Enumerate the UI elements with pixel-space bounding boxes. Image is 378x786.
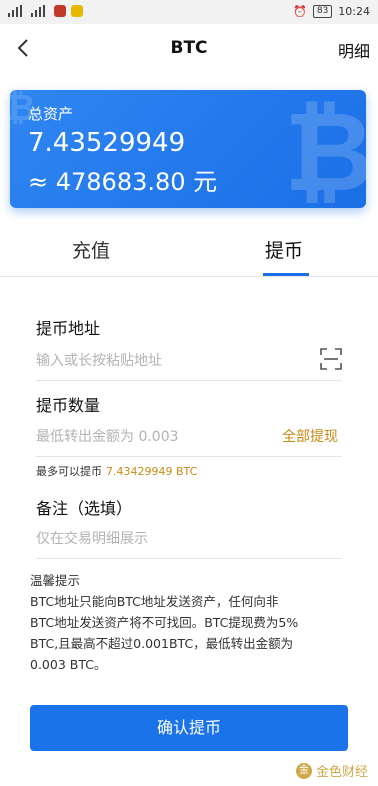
- svg-text:₿: ₿: [284, 90, 366, 208]
- max-withdraw-label: 最多可以提币: [36, 465, 102, 478]
- status-left: [8, 5, 83, 17]
- tips-line: 0.003 BTC。: [30, 657, 107, 672]
- tips-line: BTC地址只能向BTC地址发送资产，任何向非: [30, 594, 279, 609]
- notification-app-icon: [71, 5, 83, 17]
- max-withdraw-value: 7.43429949 BTC: [106, 465, 198, 478]
- battery-icon: 83: [312, 5, 333, 18]
- memo-input[interactable]: 仅在交易明细展示: [36, 528, 148, 548]
- tips-line: BTC地址发送资产将不可找回。BTC提现费为5%: [30, 615, 299, 630]
- page-title: BTC: [170, 38, 208, 58]
- amount-input[interactable]: 最低转出金额为 0.003: [36, 426, 179, 446]
- brand-logo-icon: 金: [295, 762, 312, 779]
- tab-bar: 充值 提币: [0, 222, 378, 277]
- navigation-bar: BTC 明细: [0, 24, 378, 72]
- status-right: ⏰ 83 10:24: [293, 5, 370, 18]
- address-field[interactable]: 输入或长按粘贴地址: [36, 340, 342, 381]
- scan-qr-icon[interactable]: [320, 348, 342, 370]
- tab-recharge[interactable]: 充值: [72, 236, 110, 263]
- notification-app-icon: [54, 5, 66, 17]
- total-assets-cny: ≈ 478683.80 元: [28, 168, 218, 196]
- brand-watermark: 金 金色财经: [295, 761, 368, 780]
- memo-label: 备注（选填）: [36, 499, 133, 518]
- detail-button[interactable]: 明细: [338, 38, 370, 62]
- brand-name: 金色财经: [315, 765, 368, 780]
- amount-label: 提币数量: [36, 396, 101, 415]
- tips-block: 温馨提示 BTC地址只能向BTC地址发送资产，任何向非 BTC地址发送资产将不可…: [30, 570, 348, 675]
- status-bar: ⏰ 83 10:24: [0, 0, 378, 24]
- tab-withdraw[interactable]: 提币: [265, 236, 303, 263]
- tips-line: BTC,且最高不超过0.001BTC，最低转出金额为: [30, 636, 294, 651]
- address-input[interactable]: 输入或长按粘贴地址: [36, 350, 162, 370]
- signal-icon: [8, 5, 26, 17]
- total-assets-label: 总资产: [28, 105, 74, 123]
- status-time: 10:24: [338, 5, 370, 18]
- signal-icon-2: [31, 5, 49, 17]
- address-label: 提币地址: [36, 319, 101, 338]
- max-withdraw-info: 最多可以提币 7.43429949 BTC: [36, 463, 197, 479]
- active-tab-indicator: [263, 273, 309, 276]
- alarm-icon: ⏰: [293, 5, 307, 18]
- amount-field[interactable]: 最低转出金额为 0.003 全部提现: [36, 416, 342, 457]
- memo-field[interactable]: 仅在交易明细展示: [36, 518, 342, 559]
- asset-card: ₿ ₿ 总资产 7.43529949 ≈ 478683.80 元: [10, 90, 366, 208]
- bitcoin-logo-icon: ₿: [284, 90, 366, 208]
- withdraw-all-button[interactable]: 全部提现: [282, 426, 338, 446]
- total-assets-amount: 7.43529949: [28, 128, 186, 158]
- confirm-withdraw-button[interactable]: 确认提币: [30, 705, 348, 751]
- tips-title: 温馨提示: [30, 573, 81, 588]
